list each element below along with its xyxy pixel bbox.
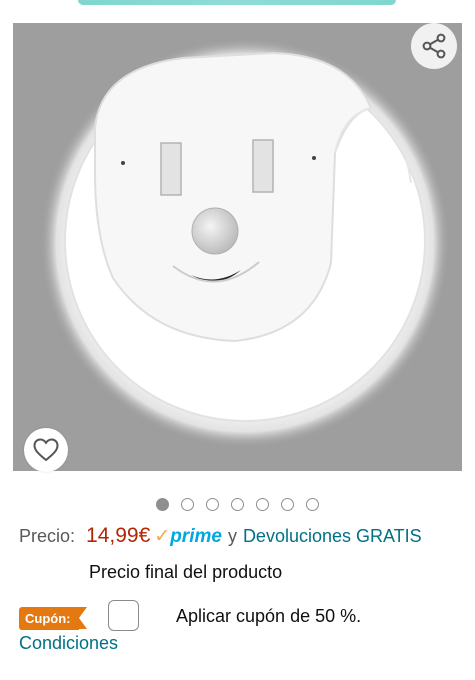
prime-check-icon: ✓ bbox=[154, 526, 171, 547]
price-label: Precio: bbox=[19, 526, 76, 546]
apply-coupon-label[interactable]: Aplicar cupón de 50 %. bbox=[176, 606, 361, 627]
favorite-button[interactable] bbox=[24, 428, 68, 472]
coupon-badge-label: Cupón: bbox=[19, 607, 79, 630]
price-connector: y bbox=[227, 526, 237, 546]
prime-logo: prime bbox=[170, 526, 222, 547]
pagination-dot-6[interactable] bbox=[281, 498, 294, 511]
coupon-badge-notch bbox=[79, 607, 87, 629]
pagination-dot-5[interactable] bbox=[256, 498, 269, 511]
free-returns-link[interactable]: Devoluciones GRATIS bbox=[243, 526, 422, 547]
pagination-dot-3[interactable] bbox=[206, 498, 219, 511]
product-image bbox=[40, 38, 450, 448]
pagination-dot-7[interactable] bbox=[306, 498, 319, 511]
apply-coupon-checkbox[interactable] bbox=[108, 600, 139, 631]
top-strip bbox=[0, 0, 475, 10]
top-accent-bar bbox=[78, 0, 396, 5]
share-button[interactable] bbox=[411, 23, 457, 69]
coupon-conditions-link[interactable]: Condiciones bbox=[19, 633, 118, 654]
image-pagination-dots bbox=[0, 498, 475, 511]
final-price-note: Precio final del producto bbox=[89, 562, 283, 582]
share-icon bbox=[422, 33, 446, 59]
pagination-dot-1[interactable] bbox=[156, 498, 169, 511]
price-value: 14,99€ bbox=[86, 524, 151, 547]
coupon-badge: Cupón: bbox=[19, 607, 87, 630]
pagination-dot-4[interactable] bbox=[231, 498, 244, 511]
price-row: Precio: 14,99€ ✓ prime y Devoluciones GR… bbox=[19, 524, 422, 552]
product-image-gallery[interactable] bbox=[13, 23, 462, 471]
prime-badge: ✓ prime bbox=[154, 525, 222, 548]
pagination-dot-2[interactable] bbox=[181, 498, 194, 511]
heart-icon bbox=[33, 438, 59, 462]
